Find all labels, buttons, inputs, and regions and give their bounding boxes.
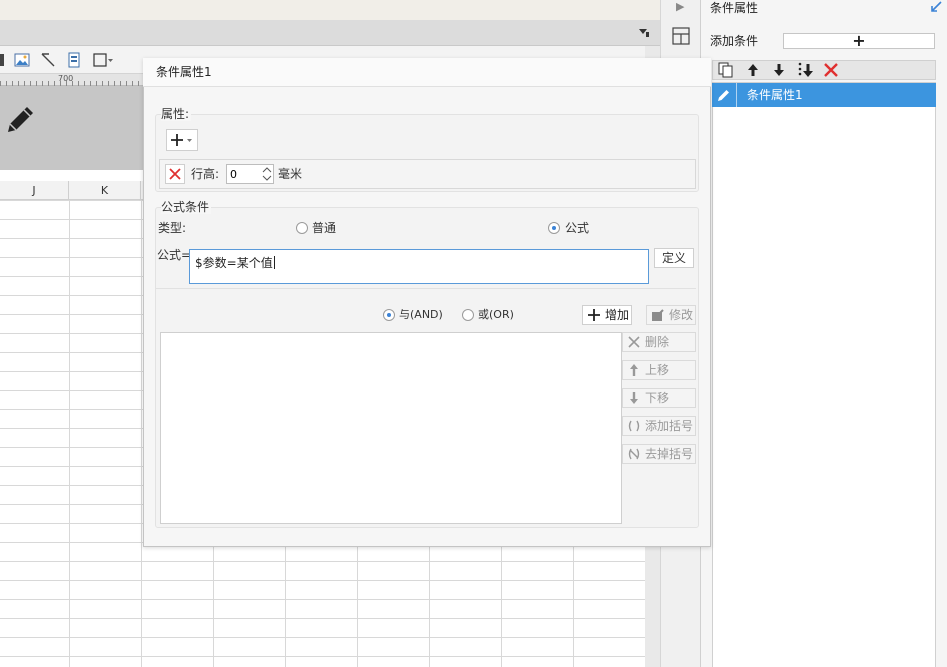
dialog-title: 条件属性1 xyxy=(156,65,212,79)
border-dropdown-icon[interactable] xyxy=(92,52,114,68)
spin-up-icon[interactable] xyxy=(261,165,273,174)
add-condition-label: 添加条件 xyxy=(710,34,759,48)
condition-items-list[interactable] xyxy=(160,332,622,524)
condition-list-item[interactable]: 条件属性1 xyxy=(712,83,936,107)
panel-title: 条件属性 xyxy=(710,1,759,15)
type-normal-label[interactable]: 普通 xyxy=(312,221,336,235)
logic-or-label[interactable]: 或(OR) xyxy=(478,308,514,322)
logic-and-label[interactable]: 与(AND) xyxy=(399,308,443,322)
delete-icon[interactable] xyxy=(822,61,840,79)
type-label: 类型: xyxy=(158,221,187,235)
tab-bar xyxy=(0,20,660,46)
move-up-icon[interactable] xyxy=(744,61,762,79)
expand-arrow-icon[interactable]: ▶ xyxy=(676,0,684,13)
dropdown-corner-icon[interactable] xyxy=(637,25,651,39)
logic-and-radio[interactable] xyxy=(383,309,395,321)
column-header: J K xyxy=(0,181,143,200)
delete-button-label: 删除 xyxy=(645,335,670,349)
dialog-title-bar xyxy=(143,58,711,87)
arrow-up-icon xyxy=(630,364,638,376)
copy-icon[interactable] xyxy=(717,61,735,79)
cell-element-icon[interactable] xyxy=(671,26,691,46)
window-top-band xyxy=(0,0,660,20)
condition-list xyxy=(712,82,936,667)
add-parentheses-button[interactable]: 添加括号 xyxy=(622,416,696,436)
add-button-label: 增加 xyxy=(605,308,630,322)
formula-value: $参数=某个值 xyxy=(195,256,273,270)
edit-button-label: 修改 xyxy=(669,308,694,322)
arrow-down-icon xyxy=(630,392,638,404)
insert-image-icon[interactable] xyxy=(14,52,30,68)
remove-parentheses-label: 去掉括号 xyxy=(645,447,694,461)
remove-property-button[interactable] xyxy=(165,164,185,184)
row-height-unit: 毫米 xyxy=(278,167,303,181)
edit-condition-button[interactable]: 修改 xyxy=(646,305,696,325)
add-condition-button[interactable]: + xyxy=(783,33,935,49)
type-normal-radio[interactable] xyxy=(296,222,308,234)
move-down-button-label: 下移 xyxy=(645,391,670,405)
insert-form-icon[interactable] xyxy=(66,52,82,68)
move-down-condition-button[interactable]: 下移 xyxy=(622,388,696,408)
row-height-label: 行高: xyxy=(191,167,220,181)
insert-slash-icon[interactable] xyxy=(40,52,56,68)
move-up-button-label: 上移 xyxy=(645,363,670,377)
ruler-label: 700 xyxy=(58,74,74,83)
formula-input[interactable]: $参数=某个值 xyxy=(189,249,649,284)
delete-icon xyxy=(169,168,181,180)
delete-condition-button[interactable]: 删除 xyxy=(622,332,696,352)
logic-or-radio[interactable] xyxy=(462,309,474,321)
column-header-k[interactable]: K xyxy=(69,181,141,200)
ruler: 700 xyxy=(0,74,143,86)
collapse-icon[interactable] xyxy=(929,0,943,14)
remove-parentheses-button[interactable]: 去掉括号 xyxy=(622,444,696,464)
properties-label: 属性: xyxy=(161,107,192,121)
remove-parentheses-icon xyxy=(628,448,640,460)
parentheses-icon xyxy=(628,420,640,432)
spin-down-icon[interactable] xyxy=(261,174,273,183)
add-condition-item-button[interactable]: 增加 xyxy=(582,305,632,325)
pencil-icon xyxy=(8,107,33,132)
plus-dropdown-icon xyxy=(171,134,192,146)
move-down-icon[interactable] xyxy=(770,61,788,79)
divider xyxy=(156,288,696,289)
move-bottom-icon[interactable] xyxy=(796,61,814,79)
define-button[interactable]: 定义 xyxy=(654,248,694,268)
column-header-j[interactable]: J xyxy=(0,181,69,200)
pencil-icon xyxy=(718,90,729,101)
close-icon xyxy=(628,336,640,348)
plus-icon xyxy=(588,309,600,321)
type-formula-radio[interactable] xyxy=(548,222,560,234)
add-parentheses-label: 添加括号 xyxy=(645,419,694,433)
toolbar-cut-icon[interactable] xyxy=(0,52,10,68)
type-formula-label[interactable]: 公式 xyxy=(565,221,589,235)
add-property-button[interactable] xyxy=(166,129,198,151)
edit-icon xyxy=(652,309,664,321)
condition-item-label: 条件属性1 xyxy=(747,88,803,102)
condition-item-icon-cell xyxy=(712,83,737,107)
formula-label: 公式= xyxy=(157,248,192,262)
move-up-condition-button[interactable]: 上移 xyxy=(622,360,696,380)
formula-condition-label: 公式条件 xyxy=(161,200,212,214)
